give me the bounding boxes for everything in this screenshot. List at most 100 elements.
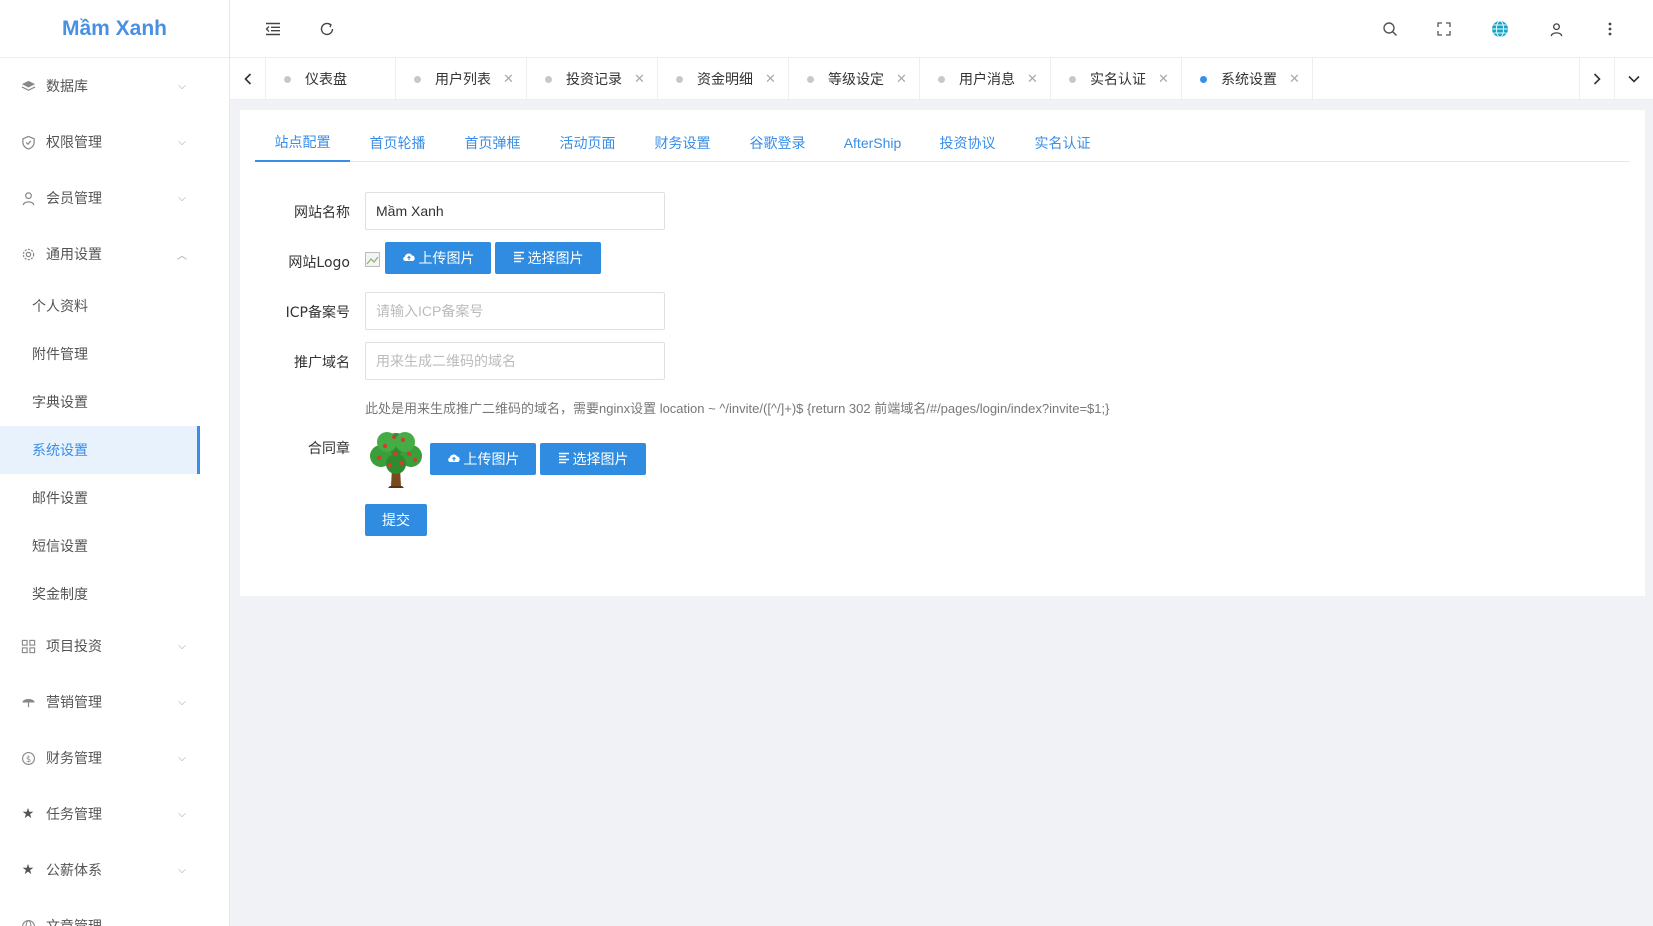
promo-domain-input[interactable] bbox=[365, 342, 665, 380]
cloud-upload-icon bbox=[447, 452, 461, 466]
chevron-down-icon: ⌵ bbox=[178, 80, 186, 92]
globe-icon bbox=[20, 918, 36, 926]
tab-system-settings[interactable]: 系统设置 ✕ bbox=[1182, 58, 1313, 100]
cloud-upload-icon bbox=[402, 251, 416, 265]
chevron-up-icon: ︿ bbox=[177, 250, 187, 262]
tab-level-settings[interactable]: 等级设定 ✕ bbox=[789, 58, 920, 100]
tab-user-list[interactable]: 用户列表 ✕ bbox=[396, 58, 527, 100]
tab-close-icon[interactable]: ✕ bbox=[634, 72, 645, 87]
choose-button-label: 选择图片 bbox=[527, 251, 584, 267]
sidebar-subitem-bonus[interactable]: 奖金制度 bbox=[0, 570, 229, 618]
tab-status-dot bbox=[414, 75, 421, 83]
tab-status-dot bbox=[545, 75, 552, 83]
logo-upload-button[interactable]: 上传图片 bbox=[385, 242, 491, 274]
sidebar-item-database[interactable]: 数据库 ⌵ bbox=[0, 58, 229, 114]
tab-investment-records[interactable]: 投资记录 ✕ bbox=[527, 58, 658, 100]
tab-close-icon[interactable]: ✕ bbox=[896, 72, 907, 87]
seal-choose-button[interactable]: 选择图片 bbox=[540, 443, 646, 475]
tab-status-dot bbox=[1069, 75, 1076, 83]
upload-button-label: 上传图片 bbox=[463, 452, 520, 468]
tabs-scroll-left-icon[interactable] bbox=[230, 58, 266, 100]
tab-label: 系统设置 bbox=[1221, 72, 1277, 88]
sidebar-item-finance[interactable]: $ 财务管理 ⌵ bbox=[0, 730, 229, 786]
app-logo[interactable]: Mầm Xanh bbox=[0, 0, 229, 58]
language-globe-icon[interactable] bbox=[1488, 17, 1512, 41]
tab-label: 仪表盘 bbox=[305, 72, 347, 88]
logo-choose-button[interactable]: 选择图片 bbox=[495, 242, 601, 274]
grid-icon bbox=[20, 638, 36, 654]
sidebar-item-permissions[interactable]: 权限管理 ⌵ bbox=[0, 114, 229, 170]
settings-tab-google-login[interactable]: 谷歌登录 bbox=[730, 124, 825, 162]
fullscreen-icon[interactable] bbox=[1432, 17, 1456, 41]
tab-real-name-auth[interactable]: 实名认证 ✕ bbox=[1051, 58, 1182, 100]
sidebar-item-label: 数据库 bbox=[46, 79, 88, 95]
sidebar-subitem-attachments[interactable]: 附件管理 bbox=[0, 330, 229, 378]
sidebar-subitem-system-settings[interactable]: 系统设置 bbox=[0, 426, 200, 474]
site-logo-label: 网站Logo bbox=[288, 255, 350, 271]
sidebar-item-label: 任务管理 bbox=[46, 807, 102, 823]
sidebar-item-salary-system[interactable]: ★ 公薪体系 ⌵ bbox=[0, 842, 229, 898]
tab-label: 等级设定 bbox=[828, 72, 884, 88]
choose-button-label: 选择图片 bbox=[572, 452, 629, 468]
sidebar-item-general-settings[interactable]: 通用设置 ︿ bbox=[0, 226, 229, 282]
sidebar-item-articles[interactable]: 文章管理 bbox=[0, 898, 229, 926]
user-account-icon[interactable] bbox=[1544, 17, 1568, 41]
tab-close-icon[interactable]: ✕ bbox=[1289, 72, 1300, 87]
sidebar-subitem-profile[interactable]: 个人资料 bbox=[0, 282, 229, 330]
submit-button[interactable]: 提交 bbox=[365, 504, 427, 536]
settings-tab-site-config[interactable]: 站点配置 bbox=[255, 124, 350, 162]
sidebar-item-label: 会员管理 bbox=[46, 191, 102, 207]
sidebar-subitem-email[interactable]: 邮件设置 bbox=[0, 474, 229, 522]
refresh-icon[interactable] bbox=[315, 17, 339, 41]
page-tabs-bar: 仪表盘 用户列表 ✕ 投资记录 ✕ 资金明细 ✕ 等级设定 ✕ 用户消息 ✕ 实… bbox=[230, 58, 1653, 100]
tab-close-icon[interactable]: ✕ bbox=[765, 72, 776, 87]
tab-fund-details[interactable]: 资金明细 ✕ bbox=[658, 58, 789, 100]
sidebar-subitem-dictionary[interactable]: 字典设置 bbox=[0, 378, 229, 426]
settings-tab-activity-page[interactable]: 活动页面 bbox=[540, 124, 635, 162]
icp-input[interactable] bbox=[365, 292, 665, 330]
settings-tab-real-name-auth[interactable]: 实名认证 bbox=[1015, 124, 1110, 162]
contract-seal-image bbox=[365, 428, 427, 490]
chevron-down-icon: ⌵ bbox=[178, 752, 186, 764]
settings-tab-investment-agreement[interactable]: 投资协议 bbox=[920, 124, 1015, 162]
sidebar-item-tasks[interactable]: ★ 任务管理 ⌵ bbox=[0, 786, 229, 842]
sidebar-item-members[interactable]: 会员管理 ⌵ bbox=[0, 170, 229, 226]
sidebar-item-label: 通用设置 bbox=[46, 247, 102, 263]
settings-tabs: 站点配置 首页轮播 首页弹框 活动页面 财务设置 谷歌登录 AfterShip … bbox=[255, 124, 1630, 162]
sidebar-item-label: 项目投资 bbox=[46, 639, 102, 655]
tab-close-icon[interactable]: ✕ bbox=[1027, 72, 1038, 87]
tab-label: 用户消息 bbox=[959, 72, 1015, 88]
more-vertical-icon[interactable] bbox=[1598, 17, 1622, 41]
settings-tab-home-popup[interactable]: 首页弹框 bbox=[445, 124, 540, 162]
settings-tab-home-carousel[interactable]: 首页轮播 bbox=[350, 124, 445, 162]
search-icon[interactable] bbox=[1378, 17, 1402, 41]
tab-close-icon[interactable]: ✕ bbox=[1158, 72, 1169, 87]
menu-collapse-icon[interactable] bbox=[261, 17, 285, 41]
tabs-dropdown-icon[interactable] bbox=[1615, 58, 1653, 100]
tab-user-messages[interactable]: 用户消息 ✕ bbox=[920, 58, 1051, 100]
sidebar-subitem-sms[interactable]: 短信设置 bbox=[0, 522, 229, 570]
settings-tab-finance[interactable]: 财务设置 bbox=[635, 124, 730, 162]
broken-image-icon bbox=[365, 252, 380, 267]
chevron-down-icon: ⌵ bbox=[178, 808, 186, 820]
site-name-input[interactable] bbox=[365, 192, 665, 230]
layers-icon bbox=[20, 78, 36, 94]
tab-close-icon[interactable]: ✕ bbox=[503, 72, 514, 87]
chevron-down-icon: ⌵ bbox=[178, 136, 186, 148]
seal-upload-button[interactable]: 上传图片 bbox=[430, 443, 536, 475]
sidebar-item-marketing[interactable]: 营销管理 ⌵ bbox=[0, 674, 229, 730]
list-icon bbox=[558, 452, 570, 467]
tab-label: 实名认证 bbox=[1090, 72, 1146, 88]
tabs-scroll-right-icon[interactable] bbox=[1579, 58, 1615, 100]
chevron-down-icon: ⌵ bbox=[178, 192, 186, 204]
sidebar: Mầm Xanh 数据库 ⌵ 权限管理 ⌵ 会员管理 ⌵ 通用设置 ︿ 个人资料… bbox=[0, 0, 230, 926]
tab-label: 用户列表 bbox=[435, 72, 491, 88]
tab-dashboard[interactable]: 仪表盘 bbox=[266, 58, 396, 100]
sidebar-item-projects[interactable]: 项目投资 ⌵ bbox=[0, 618, 229, 674]
tab-label: 资金明细 bbox=[697, 72, 753, 88]
tab-status-dot bbox=[938, 75, 945, 83]
settings-tab-aftership[interactable]: AfterShip bbox=[825, 124, 920, 162]
dollar-circle-icon: $ bbox=[20, 750, 36, 766]
list-icon bbox=[513, 251, 525, 266]
shield-check-icon bbox=[20, 134, 36, 150]
